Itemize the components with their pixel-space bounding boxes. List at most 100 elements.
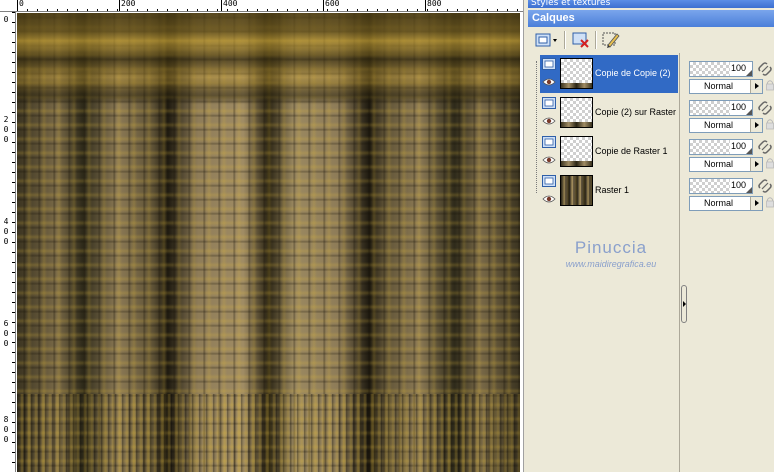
ruler-tick [97, 9, 98, 11]
new-layer-button[interactable] [532, 30, 560, 50]
canvas-area[interactable]: 0 200 400 600 800 0 2 0 0 4 0 0 6 0 0 8 … [0, 0, 523, 472]
ruler-tick [12, 402, 15, 403]
ruler-left: 0 2 0 0 4 0 0 6 0 0 8 0 0 [0, 12, 16, 472]
blend-mode-arrow[interactable] [750, 158, 762, 171]
ruler-left-label: 8 [3, 415, 9, 424]
link-icon[interactable] [757, 139, 773, 155]
blend-mode-arrow[interactable] [750, 119, 762, 132]
ruler-tick [12, 332, 15, 333]
ruler-tick [107, 9, 108, 11]
ruler-tick [12, 392, 15, 393]
styles-panel-title: Styles et textures [531, 0, 611, 8]
ruler-tick [12, 362, 15, 363]
blend-mode-arrow[interactable] [750, 197, 762, 210]
layer-row[interactable]: Raster 1 [540, 172, 678, 210]
layer-name: Copie (2) sur Raster [595, 107, 677, 117]
blend-mode-value: Normal [704, 159, 734, 169]
ruler-tick [12, 342, 15, 343]
ruler-tick [67, 9, 68, 11]
ruler-tick [12, 152, 15, 153]
ruler-tick [237, 9, 238, 11]
layers-panel-titlebar[interactable]: Calques [528, 10, 774, 27]
ruler-left-label: 0 [3, 15, 9, 24]
ruler-tick [277, 9, 278, 11]
panel-splitter[interactable] [679, 53, 687, 472]
ruler-tick [12, 172, 15, 173]
layer-properties-row: 100 Normal [689, 137, 774, 175]
ruler-left-label: 2 [3, 115, 9, 124]
delete-layer-button[interactable] [570, 30, 592, 50]
ruler-left-label: 6 [3, 319, 9, 328]
link-icon[interactable] [757, 61, 773, 77]
ruler-tick [117, 9, 118, 11]
ruler-tick [217, 9, 218, 11]
ruler-tick [367, 9, 368, 11]
blend-mode-select[interactable]: Normal [689, 79, 763, 94]
ruler-tick [157, 9, 158, 11]
ruler-tick [167, 9, 168, 11]
ruler-tick [147, 9, 148, 11]
opacity-slider[interactable]: 100 [689, 178, 753, 194]
layer-row[interactable]: Copie de Raster 1 [540, 133, 678, 171]
lock-icon[interactable] [765, 157, 774, 169]
ruler-tick [12, 242, 15, 243]
ruler-tick [177, 9, 178, 11]
opacity-transparency [690, 140, 730, 154]
ruler-tick [12, 182, 15, 183]
ruler-tick [12, 312, 15, 313]
layer-row[interactable]: Copie de Copie (2) [540, 55, 678, 93]
ruler-tick [287, 9, 288, 11]
opacity-transparency [690, 101, 730, 115]
lock-icon[interactable] [765, 196, 774, 208]
layer-thumbnail [560, 58, 593, 89]
link-icon[interactable] [757, 178, 773, 194]
lock-icon[interactable] [765, 79, 774, 91]
ruler-tick [12, 462, 15, 463]
blend-mode-select[interactable]: Normal [689, 157, 763, 172]
blend-mode-select[interactable]: Normal [689, 118, 763, 133]
blend-mode-value: Normal [704, 120, 734, 130]
opacity-slider-indicator [746, 187, 752, 193]
ruler-tick [187, 9, 188, 11]
opacity-slider-indicator [746, 148, 752, 154]
link-icon[interactable] [757, 100, 773, 116]
ruler-tick [447, 9, 448, 11]
thumb-image [561, 83, 592, 88]
eye-icon[interactable] [542, 194, 556, 204]
blend-mode-arrow[interactable] [750, 80, 762, 93]
raster-layer-icon [542, 97, 556, 109]
ruler-top-label: 600 [325, 0, 340, 8]
ruler-tick [387, 9, 388, 11]
ruler-tick [12, 272, 15, 273]
opacity-slider[interactable]: 100 [689, 61, 753, 77]
ruler-tick [12, 122, 15, 123]
ruler-tick [12, 452, 15, 453]
image-canvas[interactable] [17, 13, 520, 472]
ruler-tick [327, 9, 328, 11]
lock-icon[interactable] [765, 118, 774, 130]
ruler-tick [12, 282, 15, 283]
ruler-tick [12, 412, 15, 413]
thumb-image [561, 161, 592, 166]
ruler-tick [247, 9, 248, 11]
eye-icon[interactable] [542, 77, 556, 87]
ruler-tick [457, 9, 458, 11]
ruler-tick [12, 252, 15, 253]
opacity-slider[interactable]: 100 [689, 100, 753, 116]
ruler-tick [127, 9, 128, 11]
edit-layer-button[interactable] [600, 30, 622, 50]
opacity-slider[interactable]: 100 [689, 139, 753, 155]
blend-mode-select[interactable]: Normal [689, 196, 763, 211]
raster-layer-icon [542, 175, 556, 187]
opacity-transparency [690, 179, 730, 193]
styles-panel-titlebar[interactable]: Styles et textures [528, 0, 774, 8]
ruler-tick [12, 422, 15, 423]
ruler-tick [12, 322, 15, 323]
layer-row[interactable]: Copie (2) sur Raster [540, 94, 678, 132]
ruler-tick [497, 9, 498, 11]
eye-icon[interactable] [542, 116, 556, 126]
ruler-tick [357, 9, 358, 11]
ruler-tick [12, 102, 15, 103]
ruler-tick [12, 132, 15, 133]
eye-icon[interactable] [542, 155, 556, 165]
